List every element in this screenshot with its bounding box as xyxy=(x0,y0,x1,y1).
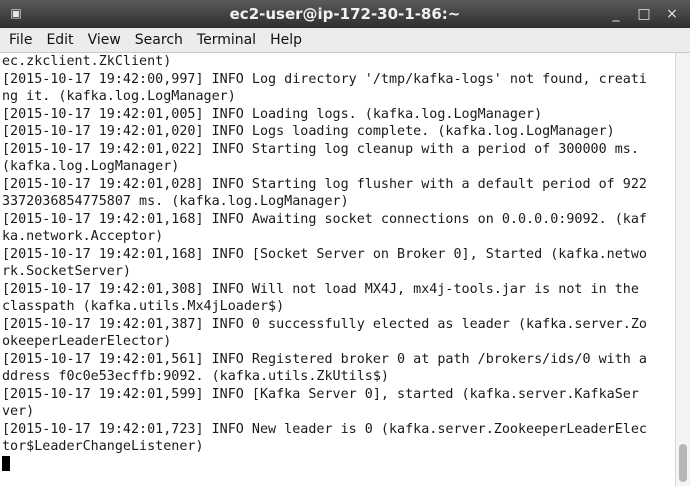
terminal-line: ng it. (kafka.log.LogManager) xyxy=(2,89,236,104)
terminal-line: ec.zkclient.ZkClient) xyxy=(2,54,172,69)
text-cursor xyxy=(2,455,10,471)
window-controls: _ □ × xyxy=(602,0,686,28)
terminal-icon[interactable]: ▣ xyxy=(8,7,24,20)
terminal-line: [2015-10-17 19:42:01,599] INFO [Kafka Se… xyxy=(2,386,639,402)
terminal-line: rk.SocketServer) xyxy=(2,264,131,279)
terminal-line: tor$LeaderChangeListener) xyxy=(2,439,204,454)
terminal-line: [2015-10-17 19:42:01,005] INFO Loading l… xyxy=(2,106,543,122)
terminal-line: [2015-10-17 19:42:00,997] INFO Log direc… xyxy=(2,71,647,87)
vertical-scrollbar[interactable] xyxy=(675,53,690,486)
terminal-window: ▣ ec2-user@ip-172-30-1-86:~ _ □ × File E… xyxy=(0,0,690,486)
menu-view[interactable]: View xyxy=(81,28,128,52)
terminal-line: [2015-10-17 19:42:01,561] INFO Registere… xyxy=(2,351,647,367)
terminal-line: ddress f0c0e53ecffb:9092. (kafka.utils.Z… xyxy=(2,369,389,384)
menu-edit[interactable]: Edit xyxy=(39,28,80,52)
terminal-line: [2015-10-17 19:42:01,028] INFO Starting … xyxy=(2,176,647,192)
menu-file[interactable]: File xyxy=(0,28,39,52)
window-title: ec2-user@ip-172-30-1-86:~ xyxy=(229,5,461,23)
terminal-output[interactable]: ec.zkclient.ZkClient) [2015-10-17 19:42:… xyxy=(0,53,674,486)
terminal-line: [2015-10-17 19:42:01,168] INFO Awaiting … xyxy=(2,211,647,227)
terminal-line: [2015-10-17 19:42:01,020] INFO Logs load… xyxy=(2,124,615,139)
maximize-button[interactable]: □ xyxy=(630,0,658,28)
terminal-line: (kafka.log.LogManager) xyxy=(2,159,180,174)
terminal-line: [2015-10-17 19:42:01,723] INFO New leade… xyxy=(2,421,647,437)
terminal-prompt-line xyxy=(0,455,674,474)
terminal-line: [2015-10-17 19:42:01,308] INFO Will not … xyxy=(2,281,639,297)
terminal-line: ver) xyxy=(2,404,35,419)
close-button[interactable]: × xyxy=(658,0,686,28)
terminal-line: 3372036854775807 ms. (kafka.log.LogManag… xyxy=(2,194,349,209)
title-bar[interactable]: ▣ ec2-user@ip-172-30-1-86:~ _ □ × xyxy=(0,0,690,28)
terminal-line: [2015-10-17 19:42:01,022] INFO Starting … xyxy=(2,141,639,157)
terminal-line: [2015-10-17 19:42:01,387] INFO 0 success… xyxy=(2,316,647,332)
terminal-line: [2015-10-17 19:42:01,168] INFO [Socket S… xyxy=(2,246,647,262)
scrollbar-thumb[interactable] xyxy=(679,444,687,482)
menu-help[interactable]: Help xyxy=(263,28,309,52)
menu-bar: File Edit View Search Terminal Help xyxy=(0,28,690,53)
minimize-button[interactable]: _ xyxy=(602,0,630,28)
menu-search[interactable]: Search xyxy=(128,28,190,52)
terminal-line: okeeperLeaderElector) xyxy=(2,334,172,349)
terminal-line: ka.network.Acceptor) xyxy=(2,229,164,244)
menu-terminal[interactable]: Terminal xyxy=(190,28,263,52)
terminal-line: classpath (kafka.utils.Mx4jLoader$) xyxy=(2,299,285,314)
